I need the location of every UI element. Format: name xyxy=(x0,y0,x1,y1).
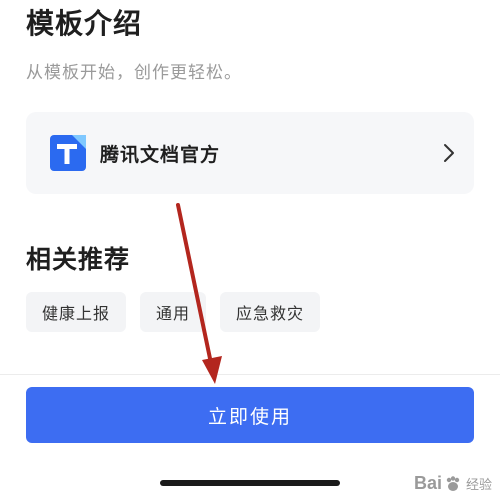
publisher-card[interactable]: 腾讯文档官方 xyxy=(26,112,474,194)
related-title: 相关推荐 xyxy=(26,245,131,274)
template-intro-title: 模板介绍 xyxy=(26,7,143,40)
paw-icon xyxy=(446,475,460,491)
use-now-button[interactable]: 立即使用 xyxy=(26,387,474,443)
home-indicator xyxy=(160,480,340,486)
tag-emergency-relief[interactable]: 应急救灾 xyxy=(220,292,321,332)
watermark: Bai 经验 xyxy=(414,473,492,494)
publisher-name: 腾讯文档官方 xyxy=(100,143,221,166)
watermark-suffix: 经验 xyxy=(465,477,492,492)
template-intro-description: 从模板开始，创作更轻松。 xyxy=(26,63,242,83)
tencent-docs-logo-icon xyxy=(50,135,86,171)
watermark-brand: Bai xyxy=(413,473,442,493)
template-detail-page: 模板介绍 从模板开始，创作更轻松。 腾讯文档官方 相关推荐 健康上报 通用 应急… xyxy=(0,0,500,500)
tag-general[interactable]: 通用 xyxy=(140,292,207,332)
tag-health-report[interactable]: 健康上报 xyxy=(26,292,127,332)
related-tags: 健康上报 通用 应急救灾 xyxy=(26,292,321,332)
chevron-right-icon xyxy=(444,144,454,162)
